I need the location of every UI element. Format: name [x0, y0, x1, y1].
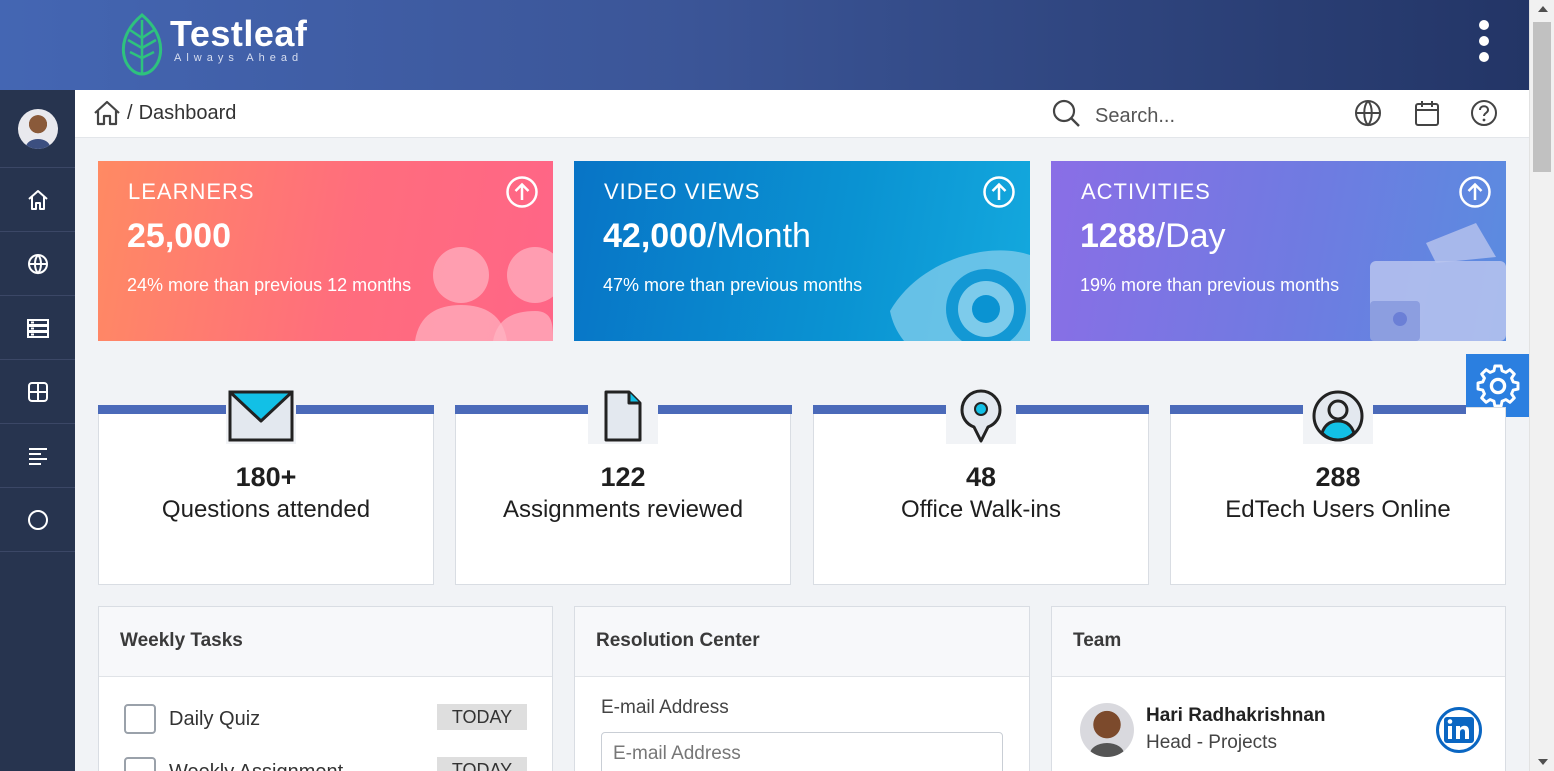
task-checkbox[interactable]: [124, 757, 156, 771]
sidebar-item-home[interactable]: [0, 168, 75, 232]
align-left-icon: [28, 447, 47, 465]
stat-title: ACTIVITIES: [1081, 179, 1211, 204]
resolution-center-panel: Resolution Center E-mail Address: [574, 606, 1030, 771]
user-circle-icon: [1303, 388, 1373, 444]
metric-label: Questions attended: [161, 496, 371, 523]
eye-icon: [890, 250, 1030, 341]
breadcrumb: / Dashboard: [93, 100, 236, 126]
team-panel: Team Hari Radhakrishnan Head - Projects: [1051, 606, 1506, 771]
search-input[interactable]: [1095, 100, 1315, 132]
metric-value: 122: [600, 462, 646, 492]
scroll-up-arrow-icon[interactable]: [1530, 0, 1554, 18]
stat-title: VIDEO VIEWS: [604, 179, 761, 204]
stat-value: 1288/Day: [1080, 217, 1226, 255]
logo-tagline: Always Ahead: [174, 52, 304, 64]
globe-icon: [27, 253, 48, 274]
top-header: Testleaf Always Ahead: [0, 0, 1529, 90]
sidebar-item-grid[interactable]: [0, 360, 75, 424]
panel-title: Team: [1052, 607, 1505, 677]
metric-label: Office Walk-ins: [900, 496, 1062, 523]
stat-card-activities: ACTIVITIES 1288/Day 19% more than previo…: [1051, 161, 1506, 341]
sidebar-item-server[interactable]: [0, 296, 75, 360]
people-icon: [415, 247, 553, 341]
panel-title: Resolution Center: [575, 607, 1029, 677]
breadcrumb-current: Dashboard: [138, 101, 237, 124]
more-vertical-icon[interactable]: [1470, 20, 1498, 70]
weekly-tasks-panel: Weekly Tasks Daily Quiz TODAY Weekly Ass…: [98, 606, 553, 771]
envelope-icon: [226, 388, 296, 444]
search-icon[interactable]: [1051, 98, 1081, 128]
avatar[interactable]: [17, 108, 58, 149]
sidebar-user-avatar-cell: [0, 90, 75, 168]
scroll-down-arrow-icon[interactable]: [1530, 753, 1554, 771]
task-item: Weekly Assignment TODAY: [124, 757, 529, 771]
sidebar-item-globe[interactable]: [0, 232, 75, 296]
sidebar: [0, 90, 75, 771]
task-item: Daily Quiz TODAY: [124, 704, 529, 734]
testleaf-logo[interactable]: Testleaf Always Ahead: [118, 12, 307, 76]
globe-icon[interactable]: [1353, 98, 1383, 128]
gear-icon: [1476, 364, 1519, 407]
stat-title: LEARNERS: [128, 179, 255, 204]
stat-card-learners: LEARNERS 25,000 24% more than previous 1…: [98, 161, 553, 341]
linkedin-icon[interactable]: [1436, 707, 1482, 753]
stat-subtitle: 24% more than previous 12 months: [127, 275, 412, 295]
member-role: Head - Projects: [1146, 732, 1277, 753]
member-name: Hari Radhakrishnan: [1146, 705, 1326, 726]
breadcrumb-bar: / Dashboard: [75, 90, 1529, 138]
metric-label: Assignments reviewed: [502, 496, 744, 523]
metric-value: 48: [965, 462, 997, 492]
task-badge: TODAY: [437, 704, 527, 730]
panel-title: Weekly Tasks: [99, 607, 552, 677]
avatar: [1080, 703, 1134, 757]
scroll-thumb[interactable]: [1533, 22, 1551, 172]
task-checkbox[interactable]: [124, 704, 156, 734]
task-label: Daily Quiz: [169, 708, 261, 730]
calendar-icon[interactable]: [1412, 98, 1442, 128]
email-field[interactable]: [601, 732, 1003, 771]
stat-subtitle: 47% more than previous months: [603, 275, 863, 295]
task-label: Weekly Assignment: [169, 761, 343, 771]
arrow-up-circle-icon[interactable]: [982, 175, 1016, 209]
metric-value: 180+: [235, 462, 297, 492]
sidebar-item-circle[interactable]: [0, 488, 75, 552]
home-icon[interactable]: [93, 100, 121, 126]
stat-subtitle: 19% more than previous months: [1080, 275, 1340, 295]
server-icon: [26, 318, 49, 338]
arrow-up-circle-icon[interactable]: [505, 175, 539, 209]
file-icon: [588, 388, 658, 444]
task-badge: TODAY: [437, 757, 527, 771]
home-icon: [27, 189, 48, 210]
wallet-icon: [1370, 223, 1506, 341]
scrollbar[interactable]: [1529, 0, 1554, 771]
stat-value: 25,000: [127, 217, 231, 255]
metric-label: EdTech Users Online: [1225, 496, 1451, 523]
email-label: E-mail Address: [601, 697, 729, 718]
help-circle-icon[interactable]: [1469, 98, 1499, 128]
logo-name: Testleaf: [170, 13, 308, 54]
leaf-logo-icon: [121, 13, 163, 76]
grid-icon: [27, 381, 48, 402]
map-pin-icon: [946, 388, 1016, 444]
metric-value: 288: [1315, 462, 1361, 492]
arrow-up-circle-icon[interactable]: [1458, 175, 1492, 209]
stat-card-video-views: VIDEO VIEWS 42,000/Month 47% more than p…: [574, 161, 1030, 341]
sidebar-item-text[interactable]: [0, 424, 75, 488]
circle-icon: [27, 509, 48, 530]
stat-value: 42,000/Month: [603, 217, 811, 255]
breadcrumb-separator: /: [127, 101, 133, 124]
